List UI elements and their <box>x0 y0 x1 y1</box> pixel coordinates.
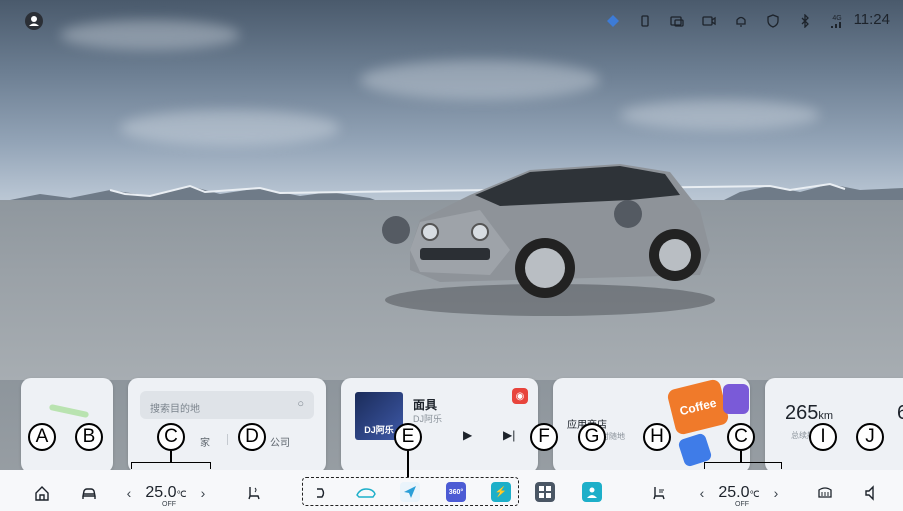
right-temperature-control: ‹ 25.0℃ › <box>693 483 785 503</box>
artist-name: DJ阿乐 <box>413 414 442 424</box>
range-card[interactable]: 265km 总续航 6 <box>765 378 903 473</box>
callout-c-right-bracket <box>704 462 782 469</box>
sky-cloud <box>360 60 600 100</box>
left-temp-number: 25.0 <box>145 484 177 501</box>
signal-icon: 4G <box>829 13 845 29</box>
callout-g: G <box>578 423 606 451</box>
callout-e-stem <box>407 451 409 477</box>
song-title: 面具 <box>413 398 438 412</box>
seat-ventilation-icon[interactable] <box>648 482 670 504</box>
navigation-app-icon[interactable] <box>400 482 420 502</box>
vehicle-3d-model <box>382 164 715 316</box>
left-temp-value: 25.0℃ <box>138 484 194 502</box>
rear-defrost-icon[interactable] <box>814 482 836 504</box>
camera-360-app-icon[interactable]: 360° <box>446 482 466 502</box>
range-number: 265 <box>785 402 819 424</box>
left-temp-increase-button[interactable]: › <box>194 485 212 501</box>
right-temp-number: 25.0 <box>718 484 750 501</box>
callout-e: E <box>394 423 422 451</box>
callout-c-left-stem <box>170 451 172 462</box>
screen-share-icon <box>669 13 685 29</box>
left-temp-decrease-button[interactable]: ‹ <box>120 485 138 501</box>
coffee-promo-tile: Coffee <box>666 378 730 436</box>
callout-c-left: C <box>157 423 185 451</box>
second-stat-value: 6 <box>897 402 903 424</box>
card-decor <box>48 403 90 419</box>
shield-icon <box>765 13 781 29</box>
status-icons: 4G <box>605 13 845 29</box>
right-temp-decrease-button[interactable]: ‹ <box>693 485 711 501</box>
next-track-button[interactable]: ▶| <box>503 428 515 442</box>
search-placeholder: 搜索目的地 <box>150 404 200 415</box>
callout-c-right: C <box>727 423 755 451</box>
status-bar: 4G 11:24 <box>0 0 903 40</box>
weather-icon <box>605 13 621 29</box>
right-ac-status: OFF <box>735 501 749 508</box>
promo-tile <box>723 384 749 414</box>
right-temp-unit: ℃ <box>749 489 760 499</box>
avatar-icon[interactable] <box>25 12 43 30</box>
range-unit: km <box>818 410 834 422</box>
destination-search-input[interactable]: 搜索目的地 ○ <box>140 391 314 419</box>
sky-cloud <box>120 110 340 146</box>
left-temperature-control: ‹ 25.0℃ › <box>120 483 212 503</box>
back-icon[interactable] <box>308 482 330 504</box>
sky-cloud <box>620 100 820 130</box>
signal-label: 4G <box>832 14 842 22</box>
callout-j: J <box>856 423 884 451</box>
user-profile-app-icon[interactable] <box>582 482 602 502</box>
navigation-card[interactable]: 搜索目的地 ○ 家 公司 <box>128 378 326 473</box>
callout-b: B <box>75 423 103 451</box>
callout-i: I <box>809 423 837 451</box>
music-app-icon: ◉ <box>512 388 528 404</box>
clock: 11:24 <box>853 11 890 28</box>
music-card[interactable]: DJ阿乐 面具 DJ阿乐 ◉ ▶ ▶| <box>341 378 538 473</box>
app-launcher-icon[interactable] <box>535 482 555 502</box>
left-temp-unit: ℃ <box>176 489 187 499</box>
right-temp-increase-button[interactable]: › <box>767 485 785 501</box>
play-button[interactable]: ▶ <box>463 428 472 442</box>
right-temp-value: 25.0℃ <box>711 484 767 502</box>
seat-heat-icon[interactable] <box>243 482 265 504</box>
camera-icon <box>701 13 717 29</box>
bell-icon <box>733 13 749 29</box>
left-ac-status: OFF <box>162 501 176 508</box>
driving-mode-icon[interactable] <box>355 482 377 504</box>
home-icon[interactable] <box>31 482 53 504</box>
nav-home-shortcut[interactable]: 家 <box>200 434 210 449</box>
callout-c-right-stem <box>740 451 742 462</box>
vehicle-icon[interactable] <box>78 482 100 504</box>
phone-link-icon <box>637 13 653 29</box>
callout-a: A <box>28 423 56 451</box>
callout-d: D <box>238 423 266 451</box>
callout-c-left-bracket <box>131 462 211 469</box>
search-icon: ○ <box>297 398 304 410</box>
range-value: 265km <box>785 402 833 425</box>
volume-icon[interactable] <box>860 482 882 504</box>
divider <box>227 434 228 445</box>
bluetooth-icon <box>797 13 813 29</box>
callout-h: H <box>643 423 671 451</box>
charging-app-icon[interactable]: ⚡ <box>491 482 511 502</box>
callout-f: F <box>530 423 558 451</box>
nav-company-shortcut[interactable]: 公司 <box>270 434 290 449</box>
